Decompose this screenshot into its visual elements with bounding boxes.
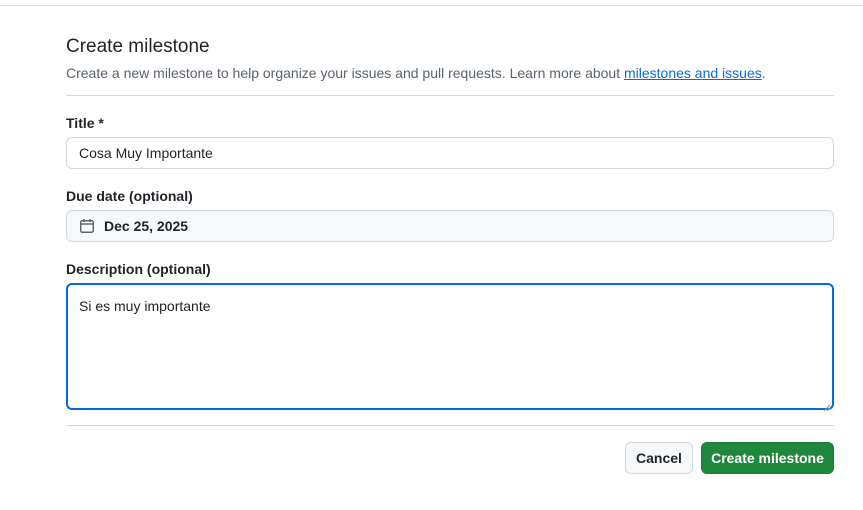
due-date-label: Due date (optional)	[66, 188, 193, 204]
subtitle-end: .	[761, 65, 766, 81]
due-date-value: Dec 25, 2025	[104, 218, 189, 234]
description-textarea[interactable]: Si es muy importante	[66, 283, 834, 412]
cancel-button[interactable]: Cancel	[625, 442, 693, 474]
description-value: Si es muy importante	[79, 298, 211, 314]
title-input[interactable]: Cosa Muy Importante	[66, 137, 834, 169]
resize-handle-icon[interactable]	[823, 399, 831, 412]
title-label: Title *	[66, 115, 104, 131]
top-border	[0, 5, 863, 6]
page-subtitle: Create a new milestone to help organize …	[66, 65, 766, 81]
footer-divider	[66, 425, 834, 426]
create-milestone-button[interactable]: Create milestone	[701, 442, 834, 474]
subtitle-text: Create a new milestone to help organize …	[66, 65, 624, 81]
milestones-and-issues-link[interactable]: milestones and issues	[624, 65, 762, 81]
description-label: Description (optional)	[66, 261, 211, 277]
header-divider	[66, 95, 834, 96]
due-date-picker-button[interactable]: Dec 25, 2025	[66, 210, 834, 242]
page-title: Create milestone	[66, 36, 210, 57]
calendar-icon	[79, 218, 95, 234]
